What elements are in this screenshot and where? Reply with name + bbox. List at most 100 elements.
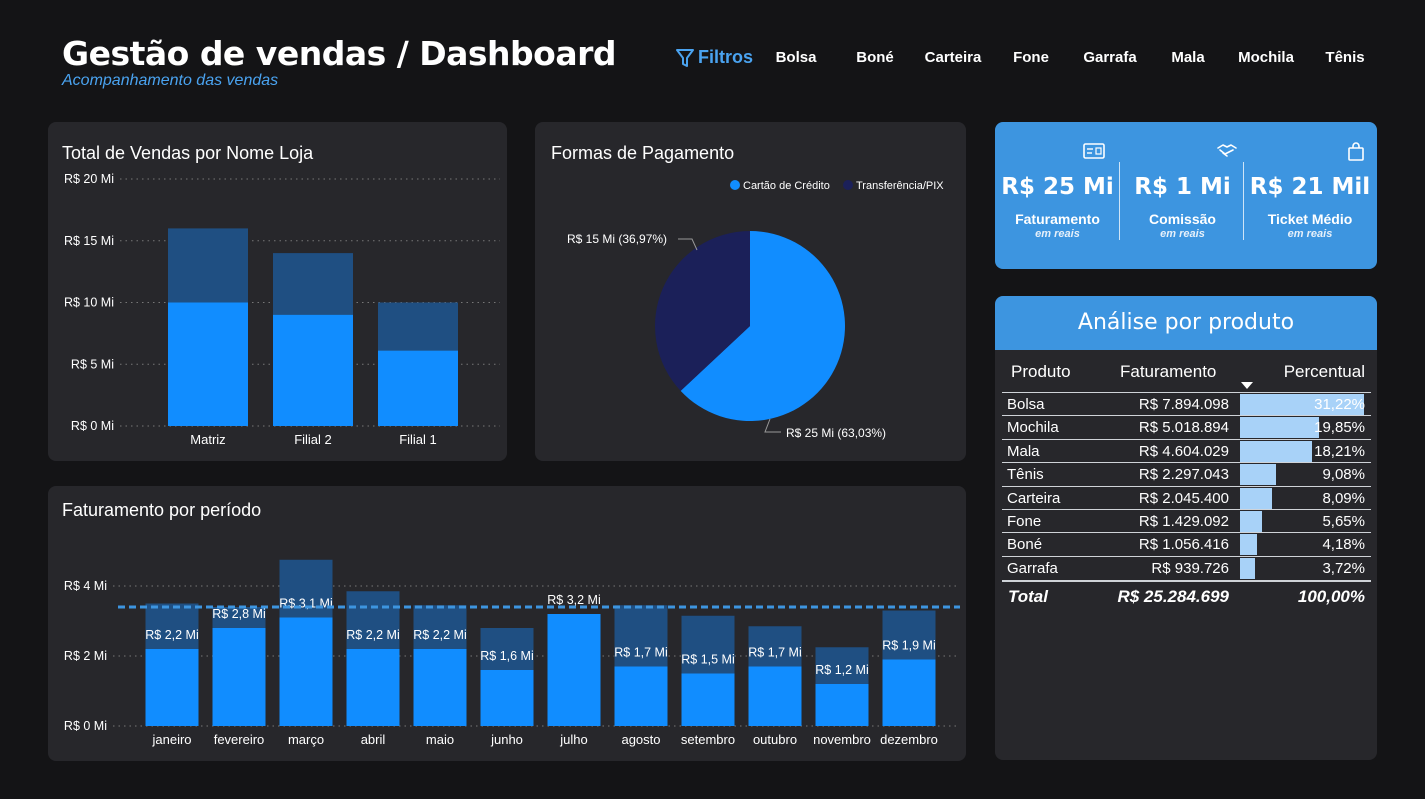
- column-header-percentual[interactable]: Percentual: [1284, 362, 1365, 382]
- x-tick-label: Filial 2: [294, 432, 332, 447]
- bar-value[interactable]: [346, 649, 400, 726]
- bar-value[interactable]: [614, 666, 668, 727]
- bar-value[interactable]: [168, 302, 248, 427]
- total-faturamento: R$ 25.284.699: [1117, 587, 1229, 606]
- kpi-sub: em reais: [1160, 228, 1205, 240]
- table-row[interactable]: Bolsa R$ 7.894.098 31,22%: [1002, 392, 1371, 415]
- cell-produto: Carteira: [1007, 489, 1061, 507]
- table-row[interactable]: Boné R$ 1.056.416 4,18%: [1002, 532, 1371, 556]
- x-tick-label: fevereiro: [214, 732, 265, 747]
- column-header-produto[interactable]: Produto: [1011, 362, 1071, 382]
- cell-faturamento: R$ 939.726: [1151, 559, 1229, 577]
- cell-faturamento: R$ 2.297.043: [1138, 466, 1229, 484]
- percent-bar: [1240, 487, 1273, 509]
- page-subtitle: Acompanhamento das vendas: [62, 72, 279, 89]
- filter-item-3[interactable]: Fone: [1013, 49, 1049, 66]
- bar-value[interactable]: [378, 350, 458, 426]
- x-tick-label: outubro: [753, 732, 797, 747]
- kpi-label: Ticket Médio: [1267, 211, 1353, 227]
- filter-icon: [676, 48, 694, 67]
- filter-item-5[interactable]: Mala: [1171, 49, 1204, 66]
- column-header-faturamento[interactable]: Faturamento: [1120, 362, 1216, 382]
- y-tick-label: R$ 0 Mi: [64, 719, 107, 733]
- percent-bar: [1240, 511, 1263, 532]
- x-tick-label: abril: [361, 732, 386, 747]
- y-tick-label: R$ 5 Mi: [71, 357, 114, 371]
- cell-percentual: 5,65%: [1322, 513, 1365, 530]
- payment-chart: Cartão de Crédito Transferência/PIX R$ 25 …: [567, 180, 944, 440]
- table-row[interactable]: Fone R$ 1.429.092 5,65%: [1002, 509, 1371, 532]
- filter-item-7[interactable]: Tênis: [1325, 49, 1364, 66]
- bar-value[interactable]: [273, 314, 353, 426]
- cell-produto: Garrafa: [1007, 559, 1058, 577]
- percent-bar: [1240, 557, 1255, 579]
- cell-produto: Mochila: [1007, 419, 1059, 437]
- legend-swatch: [730, 180, 740, 190]
- x-tick-label: março: [288, 732, 324, 747]
- bar-value[interactable]: [279, 617, 333, 727]
- bar-value[interactable]: [480, 670, 534, 726]
- x-tick-label: junho: [490, 732, 523, 747]
- bar-data-label: R$ 2,2 Mi: [413, 628, 467, 642]
- cell-percentual: 4,18%: [1322, 536, 1365, 554]
- cell-faturamento: R$ 5.018.894: [1138, 419, 1229, 437]
- cell-percentual: 3,72%: [1322, 559, 1365, 577]
- cell-faturamento: R$ 1.429.092: [1138, 513, 1229, 530]
- kpi-label: Comissão: [1149, 211, 1216, 227]
- percent-bar: [1240, 534, 1257, 556]
- bar-value[interactable]: [681, 673, 735, 727]
- cell-percentual: 18,21%: [1314, 442, 1365, 460]
- x-tick-label: maio: [426, 732, 454, 747]
- pie-data-label: R$ 25 Mi (63,03%): [786, 426, 886, 440]
- table-row[interactable]: Garrafa R$ 939.726 3,72%: [1002, 555, 1371, 579]
- kpi-label: Faturamento: [1015, 211, 1100, 227]
- page-title: Gestão de vendas / Dashboard: [62, 34, 617, 73]
- legend-label: Cartão de Crédito: [743, 180, 830, 192]
- bar-value[interactable]: [882, 659, 936, 727]
- cell-percentual: 31,22%: [1314, 396, 1365, 413]
- leader-line: [764, 418, 781, 433]
- cell-faturamento: R$ 1.056.416: [1138, 536, 1229, 554]
- shopping-bag-icon: [1348, 142, 1364, 161]
- x-tick-label: julho: [559, 732, 587, 747]
- x-tick-label: setembro: [681, 732, 735, 747]
- total-percentual: 100,00%: [1297, 587, 1365, 606]
- filter-item-6[interactable]: Mochila: [1238, 49, 1294, 66]
- product-analysis-card: Análise por produto Produto Faturamento …: [995, 296, 1377, 760]
- kpi-value: R$ 1 Mi: [1134, 174, 1231, 200]
- legend-swatch: [843, 180, 853, 190]
- bar-value[interactable]: [145, 649, 199, 726]
- cell-produto: Fone: [1007, 513, 1042, 530]
- table-row[interactable]: Mala R$ 4.604.029 18,21%: [1002, 438, 1371, 462]
- cell-percentual: 19,85%: [1314, 419, 1365, 437]
- cell-produto: Boné: [1007, 536, 1043, 554]
- x-tick-label: dezembro: [880, 732, 938, 747]
- y-tick-label: R$ 10 Mi: [64, 296, 114, 310]
- bar-data-label: R$ 1,2 Mi: [815, 663, 869, 677]
- bar-value[interactable]: [748, 666, 802, 727]
- y-tick-label: R$ 2 Mi: [64, 649, 107, 663]
- cell-faturamento: R$ 2.045.400: [1138, 489, 1229, 507]
- kpi-value: R$ 21 Mil: [1249, 174, 1371, 200]
- bar-data-label: R$ 2,8 Mi: [212, 607, 266, 621]
- filter-item-4[interactable]: Garrafa: [1083, 49, 1136, 66]
- table-row[interactable]: Tênis R$ 2.297.043 9,08%: [1002, 462, 1371, 486]
- product-analysis-title: Análise por produto: [995, 296, 1377, 350]
- bar-value[interactable]: [815, 684, 869, 726]
- x-tick-label: Matriz: [190, 432, 225, 447]
- table-row[interactable]: Carteira R$ 2.045.400 8,09%: [1002, 485, 1371, 509]
- bar-data-label: R$ 1,7 Mi: [614, 646, 668, 660]
- bar-value[interactable]: [413, 649, 467, 726]
- bar-value[interactable]: [547, 614, 601, 726]
- filter-item-1[interactable]: Boné: [856, 49, 894, 66]
- filters-button[interactable]: Filtros: [676, 47, 753, 68]
- bar-data-label: R$ 1,7 Mi: [748, 646, 802, 660]
- kpi-card: R$ 25 Mi Faturamento em reais R$ 1 Mi Co…: [995, 122, 1377, 269]
- sort-desc-icon[interactable]: [1241, 382, 1253, 389]
- filter-item-0[interactable]: Bolsa: [776, 49, 817, 66]
- cell-produto: Bolsa: [1007, 396, 1045, 413]
- bar-value[interactable]: [212, 628, 266, 726]
- filter-item-2[interactable]: Carteira: [925, 49, 982, 66]
- bar-data-label: R$ 2,2 Mi: [145, 628, 199, 642]
- table-row[interactable]: Mochila R$ 5.018.894 19,85%: [1002, 415, 1371, 439]
